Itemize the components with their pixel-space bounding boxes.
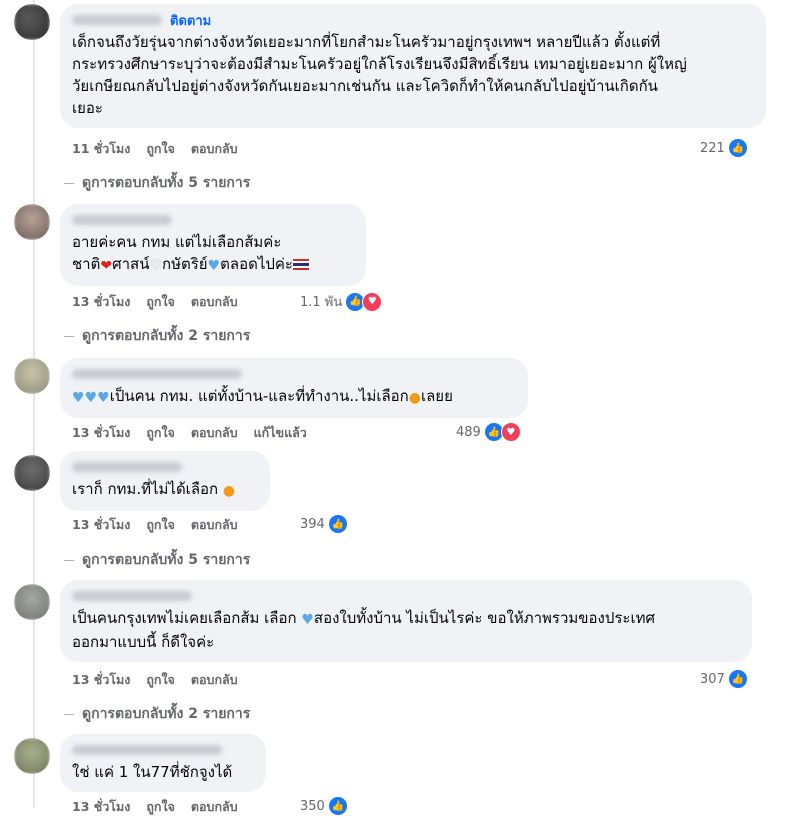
view-replies-link[interactable]: ดูการตอบกลับทั้ง 5 รายการ xyxy=(64,172,250,194)
like-button[interactable]: ถูกใจ xyxy=(146,797,175,817)
like-button[interactable]: ถูกใจ xyxy=(146,292,175,312)
orange-emoji: ● xyxy=(222,483,236,499)
reaction-summary[interactable]: 394 👍 xyxy=(300,514,348,534)
avatar[interactable] xyxy=(14,455,50,491)
comment-bubble: อายค่ะคน กทม แต่ไม่เลือกส้มค่ะ ชาติ❤ศาสน์… xyxy=(60,204,366,286)
like-button[interactable]: ถูกใจ xyxy=(146,139,175,159)
thumbs-up-icon: 👍 xyxy=(727,669,748,689)
reaction-count: 307 xyxy=(700,671,725,687)
white-heart-emoji: ♥ xyxy=(149,258,163,274)
view-replies-link[interactable]: ดูการตอบกลับทั้ง 2 รายการ xyxy=(64,703,250,725)
comment-text: เด็กจนถึงวัยรุ่นจากต่างจังหวัดเยอะมากที่… xyxy=(72,33,687,117)
timestamp[interactable]: 13 ชั่วโมง xyxy=(72,670,130,690)
reaction-count: 394 xyxy=(300,516,325,532)
comment-actions: 13 ชั่วโมง ถูกใจ ตอบกลับ xyxy=(72,799,238,815)
reaction-count: 489 xyxy=(456,424,481,440)
avatar[interactable] xyxy=(14,738,50,774)
comment-actions: 13 ชั่วโมง ถูกใจ ตอบกลับ xyxy=(72,294,238,310)
avatar[interactable] xyxy=(14,4,50,40)
thai-flag-emoji xyxy=(292,259,309,270)
thread-line xyxy=(33,0,35,808)
timestamp[interactable]: 13 ชั่วโมง xyxy=(72,515,130,535)
like-button[interactable]: ถูกใจ xyxy=(146,515,175,535)
avatar[interactable] xyxy=(14,584,50,620)
reply-button[interactable]: ตอบกลับ xyxy=(191,515,238,535)
author-name[interactable] xyxy=(72,369,242,379)
blue-heart-emoji: ♥ xyxy=(72,390,85,406)
heart-icon: ♥ xyxy=(362,291,383,312)
comment-bubble: เป็นคนกรุงเทพไม่เคยเลือกส้ม เลือก ♥สองใบ… xyxy=(60,580,752,662)
blue-heart-emoji: ♥ xyxy=(207,258,221,274)
reply-connector xyxy=(64,182,74,184)
reply-button[interactable]: ตอบกลับ xyxy=(191,292,238,312)
edited-label[interactable]: แก้ไขแล้ว xyxy=(254,423,307,443)
reply-connector xyxy=(64,713,74,715)
heart-icon: ♥ xyxy=(500,422,521,442)
comment-bubble: ♥♥♥เป็นคน กทม. แต่ทั้งบ้าน-และที่ทำงาน..… xyxy=(60,358,528,418)
comment-text: อายค่ะคน กทม แต่ไม่เลือกส้มค่ะ ชาติ❤ศาสน์… xyxy=(72,231,354,277)
blue-heart-emoji: ♥ xyxy=(301,612,314,628)
comment-actions: 13 ชั่วโมง ถูกใจ ตอบกลับ xyxy=(72,517,238,533)
avatar[interactable] xyxy=(14,204,50,240)
reaction-count: 1.1 พัน xyxy=(300,295,343,310)
follow-button[interactable]: ติดตาม xyxy=(170,10,211,31)
reaction-summary[interactable]: 221 👍 xyxy=(700,138,748,158)
comment-actions: 13 ชั่วโมง ถูกใจ ตอบกลับ แก้ไขแล้ว xyxy=(72,425,307,441)
thumbs-up-icon: 👍 xyxy=(727,138,748,158)
reply-button[interactable]: ตอบกลับ xyxy=(191,423,238,443)
avatar[interactable] xyxy=(14,358,50,394)
view-replies-link[interactable]: ดูการตอบกลับทั้ง 2 รายการ xyxy=(64,325,250,347)
like-button[interactable]: ถูกใจ xyxy=(146,423,175,443)
orange-emoji: ● xyxy=(408,390,421,406)
author-name[interactable] xyxy=(72,591,192,601)
comment-actions: 11 ชั่วโมง ถูกใจ ตอบกลับ xyxy=(72,141,238,157)
comment-text: ♥♥♥เป็นคน กทม. แต่ทั้งบ้าน-และที่ทำงาน..… xyxy=(72,385,516,409)
view-replies-label: ดูการตอบกลับทั้ง 5 รายการ xyxy=(82,175,251,191)
view-replies-label: ดูการตอบกลับทั้ง 2 รายการ xyxy=(82,706,251,722)
author-name[interactable] xyxy=(72,745,222,755)
comment-bubble: เราก็ กทม.ที่ไม่ได้เลือก ● xyxy=(60,451,270,511)
reply-button[interactable]: ตอบกลับ xyxy=(191,670,238,690)
reaction-count: 221 xyxy=(700,140,725,156)
comment-actions: 13 ชั่วโมง ถูกใจ ตอบกลับ xyxy=(72,672,238,688)
comment-text: ใช่ แค่ 1 ใน77ที่ชักจูงได้ xyxy=(72,763,233,781)
thumbs-up-icon: 👍 xyxy=(327,514,348,534)
reaction-summary[interactable]: 307 👍 xyxy=(700,669,748,689)
reaction-summary[interactable]: 489 👍 ♥ xyxy=(456,422,521,442)
blue-heart-emoji: ♥ xyxy=(84,390,98,406)
comment-bubble: ใช่ แค่ 1 ใน77ที่ชักจูงได้ xyxy=(60,734,266,792)
thumbs-up-icon: 👍 xyxy=(327,796,348,816)
blue-heart-emoji: ♥ xyxy=(97,390,110,406)
view-replies-label: ดูการตอบกลับทั้ง 2 รายการ xyxy=(82,328,251,344)
comment-bubble: ติดตาม เด็กจนถึงวัยรุ่นจากต่างจังหวัดเยอ… xyxy=(60,4,766,128)
red-heart-emoji: ❤ xyxy=(100,258,113,274)
author-name[interactable] xyxy=(72,462,182,472)
reaction-summary[interactable]: 350 👍 xyxy=(300,796,348,816)
view-replies-link[interactable]: ดูการตอบกลับทั้ง 5 รายการ xyxy=(64,549,250,571)
view-replies-label: ดูการตอบกลับทั้ง 5 รายการ xyxy=(82,552,251,568)
author-name[interactable] xyxy=(72,215,172,225)
like-button[interactable]: ถูกใจ xyxy=(146,670,175,690)
comment-text: เราก็ กทม.ที่ไม่ได้เลือก ● xyxy=(72,478,258,502)
timestamp[interactable]: 13 ชั่วโมง xyxy=(72,292,130,312)
author-name[interactable] xyxy=(72,15,162,25)
timestamp[interactable]: 11 ชั่วโมง xyxy=(72,139,130,159)
comment-text: เป็นคนกรุงเทพไม่เคยเลือกส้ม เลือก ♥สองใบ… xyxy=(72,609,656,651)
reply-connector xyxy=(64,335,74,337)
reaction-summary[interactable]: 1.1 พัน 👍 ♥ xyxy=(300,291,383,312)
reply-connector xyxy=(64,559,74,561)
reply-button[interactable]: ตอบกลับ xyxy=(191,139,238,159)
reply-button[interactable]: ตอบกลับ xyxy=(191,797,238,817)
timestamp[interactable]: 13 ชั่วโมง xyxy=(72,423,130,443)
reaction-count: 350 xyxy=(300,798,325,814)
timestamp[interactable]: 13 ชั่วโมง xyxy=(72,797,130,817)
